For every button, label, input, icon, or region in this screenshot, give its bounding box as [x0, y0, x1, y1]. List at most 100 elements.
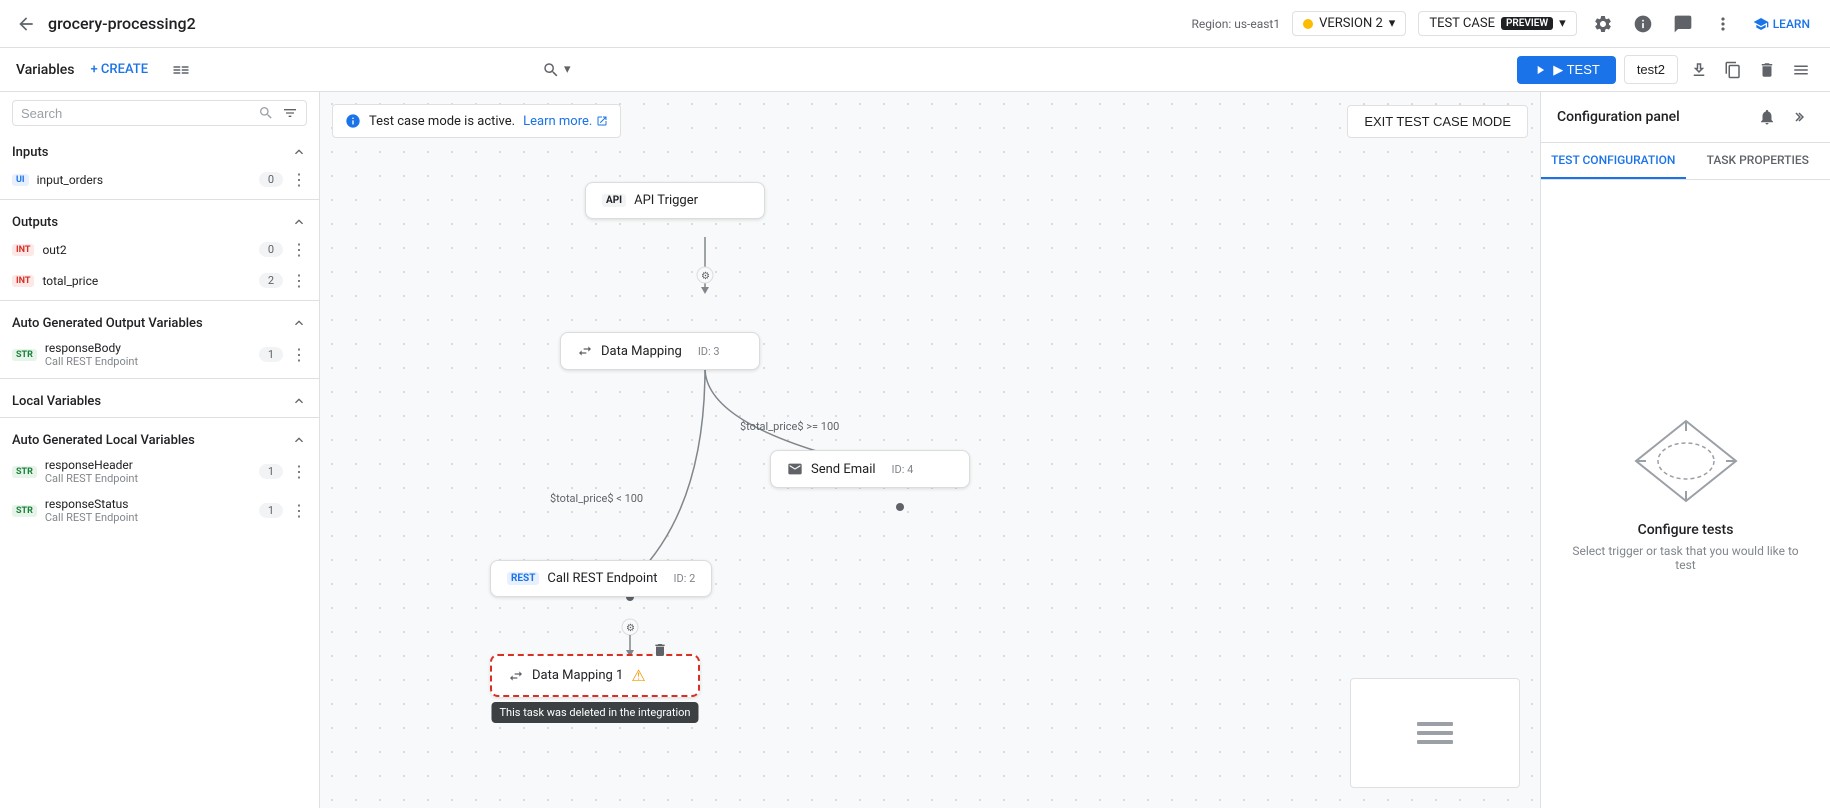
auto-local-title: Auto Generated Local Variables [12, 433, 195, 448]
more-icon[interactable]: ⋮ [291, 345, 307, 364]
node-label: API Trigger [634, 193, 698, 208]
delete-icon-overlay[interactable] [652, 642, 668, 662]
var-count: 1 [259, 464, 283, 479]
var-name: responseStatus [45, 497, 251, 511]
version-dropdown-icon: ▾ [1389, 16, 1396, 31]
info-message: Test case mode is active. Learn more. [332, 104, 621, 138]
inputs-section-header[interactable]: Inputs [0, 134, 319, 164]
learn-button[interactable]: LEARN [1749, 12, 1814, 36]
more-icon[interactable]: ⋮ [291, 501, 307, 520]
download-button[interactable] [1686, 57, 1712, 83]
configure-subtitle: Select trigger or task that you would li… [1565, 544, 1806, 572]
var-name: input_orders [37, 173, 251, 187]
list-item[interactable]: STR responseHeader Call REST Endpoint 1 … [0, 452, 319, 491]
condition-label-lt: $total_price$ < 100 [550, 492, 643, 505]
rest-icon: REST [507, 572, 539, 585]
preview-dropdown-icon: ▾ [1559, 16, 1566, 31]
bell-button[interactable] [1754, 104, 1780, 130]
var-name: out2 [42, 243, 251, 257]
info-text: Test case mode is active. [369, 114, 515, 129]
bell-icon [1758, 108, 1776, 126]
menu-icon[interactable] [1788, 57, 1814, 83]
back-button[interactable] [16, 14, 36, 34]
svg-text:⚙: ⚙ [701, 271, 710, 282]
outputs-section-header[interactable]: Outputs [0, 204, 319, 234]
list-item[interactable]: STR responseBody Call REST Endpoint 1 ⋮ [0, 335, 319, 374]
type-badge: INT [12, 275, 34, 287]
more-icon[interactable]: ⋮ [291, 240, 307, 259]
call-rest-node[interactable]: REST Call REST Endpoint ID: 2 [490, 560, 712, 597]
main-layout: Inputs UI input_orders 0 ⋮ Outputs INT o… [0, 92, 1830, 808]
version-button[interactable]: VERSION 2 ▾ [1292, 11, 1406, 36]
settings-button[interactable] [1589, 10, 1617, 38]
collapse-button[interactable] [168, 57, 194, 83]
send-email-node[interactable]: Send Email ID: 4 [770, 450, 970, 488]
var-info: responseHeader Call REST Endpoint [45, 458, 251, 485]
learn-label: LEARN [1773, 17, 1810, 31]
var-name: total_price [42, 274, 251, 288]
auto-output-section-header[interactable]: Auto Generated Output Variables [0, 305, 319, 335]
more-icon[interactable]: ⋮ [291, 271, 307, 290]
tab-task-properties[interactable]: TASK PROPERTIES [1686, 143, 1830, 179]
panel-tabs: TEST CONFIGURATION TASK PROPERTIES [1541, 143, 1830, 180]
divider [0, 417, 319, 418]
search-input[interactable] [21, 106, 250, 121]
create-label: + CREATE [90, 62, 148, 77]
data-mapping-node[interactable]: Data Mapping ID: 3 [560, 332, 760, 370]
list-item[interactable]: INT out2 0 ⋮ [0, 234, 319, 265]
type-badge: STR [12, 505, 37, 517]
test2-button[interactable]: test2 [1624, 55, 1678, 84]
region-label: Region: us-east1 [1191, 17, 1280, 31]
var-count: 0 [259, 172, 283, 187]
mini-lines-icon [1415, 718, 1455, 748]
node-id: ID: 4 [892, 463, 914, 476]
data-mapping-1-node[interactable]: Data Mapping 1 ⚠ This task was deleted i… [490, 654, 700, 697]
right-panel: Configuration panel TEST CONFIGURATION T… [1540, 92, 1830, 808]
tab-test-configuration[interactable]: TEST CONFIGURATION [1541, 143, 1686, 179]
list-item[interactable]: INT total_price 2 ⋮ [0, 265, 319, 296]
list-item[interactable]: UI input_orders 0 ⋮ [0, 164, 319, 195]
zoom-control[interactable]: ▾ [542, 61, 571, 79]
info-button[interactable] [1629, 10, 1657, 38]
test-case-button[interactable]: TEST CASE PREVIEW ▾ [1418, 11, 1576, 36]
node-id: ID: 2 [674, 572, 696, 585]
delete-button[interactable] [1754, 57, 1780, 83]
expand-button[interactable] [1788, 104, 1814, 130]
external-link-icon [596, 115, 608, 127]
var-sub: Call REST Endpoint [45, 511, 251, 524]
list-item[interactable]: STR responseStatus Call REST Endpoint 1 … [0, 491, 319, 530]
more-icon[interactable]: ⋮ [291, 170, 307, 189]
learn-more-link[interactable]: Learn more. [523, 114, 607, 129]
divider [0, 378, 319, 379]
more-icon[interactable]: ⋮ [291, 462, 307, 481]
info-icon [345, 113, 361, 129]
api-trigger-node[interactable]: API API Trigger [585, 182, 765, 219]
local-section-header[interactable]: Local Variables [0, 383, 319, 413]
copy-button[interactable] [1720, 57, 1746, 83]
mini-preview-box [1350, 678, 1520, 788]
type-badge: UI [12, 174, 29, 186]
version-label: VERSION 2 [1319, 16, 1383, 31]
var-count: 2 [259, 273, 283, 288]
inputs-title: Inputs [12, 145, 48, 160]
node-label: Data Mapping [601, 344, 682, 359]
auto-local-section-header[interactable]: Auto Generated Local Variables [0, 422, 319, 452]
search-icon [258, 105, 274, 121]
panel-content: Configure tests Select trigger or task t… [1541, 180, 1830, 808]
deleted-tooltip: This task was deleted in the integration [491, 702, 698, 723]
chat-button[interactable] [1669, 10, 1697, 38]
delete-icon[interactable] [652, 642, 668, 658]
var-name: responseHeader [45, 458, 251, 472]
test-button[interactable]: ▶ TEST [1517, 56, 1616, 84]
exit-test-case-button[interactable]: EXIT TEST CASE MODE [1347, 105, 1528, 138]
email-icon [787, 461, 803, 477]
create-button[interactable]: + CREATE [82, 58, 156, 81]
canvas-area[interactable]: Test case mode is active. Learn more. EX… [320, 92, 1540, 808]
filter-icon[interactable] [282, 105, 298, 121]
more-button[interactable] [1709, 10, 1737, 38]
outputs-collapse-icon [291, 214, 307, 230]
info-bar: Test case mode is active. Learn more. EX… [332, 104, 1528, 138]
inputs-collapse-icon [291, 144, 307, 160]
mapping-icon [508, 668, 524, 684]
var-sub: Call REST Endpoint [45, 472, 251, 485]
